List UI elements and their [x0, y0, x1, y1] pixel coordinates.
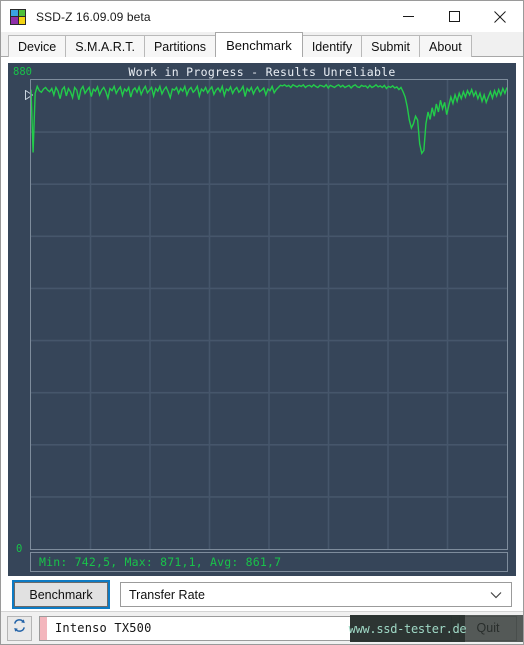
app-window: SSD-Z 16.09.09 beta Device S.M.A.R.T. Pa… [0, 0, 524, 645]
title-bar: SSD-Z 16.09.09 beta [1, 1, 523, 32]
device-name-field[interactable]: Intenso TX500 [39, 615, 452, 641]
tab-partitions[interactable]: Partitions [143, 35, 217, 57]
playhead-marker-icon [18, 85, 33, 100]
quit-button[interactable]: Quit [459, 615, 517, 641]
window-controls [385, 1, 523, 32]
run-benchmark-button[interactable]: Benchmark [12, 580, 110, 609]
tab-about[interactable]: About [419, 35, 472, 57]
benchmark-controls: Benchmark Transfer Rate [12, 580, 512, 609]
tab-bar: Device S.M.A.R.T. Partitions Benchmark I… [1, 32, 523, 57]
ssdz-logo-icon [10, 8, 26, 25]
refresh-button[interactable] [7, 615, 32, 641]
tab-identify[interactable]: Identify [301, 35, 363, 57]
tab-benchmark[interactable]: Benchmark [215, 32, 303, 57]
benchmark-stats-text: Min: 742,5, Max: 871,1, Avg: 861,7 [39, 555, 282, 569]
tab-submit[interactable]: Submit [361, 35, 421, 57]
tab-smart[interactable]: S.M.A.R.T. [65, 35, 145, 57]
window-title: SSD-Z 16.09.09 beta [36, 9, 151, 24]
refresh-icon [12, 618, 27, 638]
plot-canvas [31, 80, 507, 549]
tab-device[interactable]: Device [8, 35, 67, 57]
device-name-text: Intenso TX500 [55, 621, 152, 635]
device-health-swatch [40, 616, 47, 640]
y-axis-min-label: 0 [16, 543, 23, 555]
status-bar: Intenso TX500 Quit www.ssd-tester.de [1, 611, 523, 644]
maximize-button[interactable] [431, 1, 477, 32]
minimize-button[interactable] [385, 1, 431, 32]
plot-wrapper: 880 0 [13, 67, 508, 554]
transfer-rate-plot[interactable] [30, 79, 508, 550]
close-button[interactable] [477, 1, 523, 32]
graph-status-title: Work in Progress - Results Unreliable [128, 65, 396, 79]
benchmark-test-select-value: Transfer Rate [129, 587, 205, 602]
benchmark-stats-box: Min: 742,5, Max: 871,1, Avg: 861,7 [30, 552, 508, 572]
benchmark-test-select[interactable]: Transfer Rate [120, 582, 512, 607]
benchmark-panel: Work in Progress - Results Unreliable 88… [1, 57, 523, 611]
benchmark-graph-area: Work in Progress - Results Unreliable 88… [8, 63, 516, 576]
chevron-down-icon [490, 586, 502, 604]
y-axis-max-label: 880 [13, 66, 32, 78]
